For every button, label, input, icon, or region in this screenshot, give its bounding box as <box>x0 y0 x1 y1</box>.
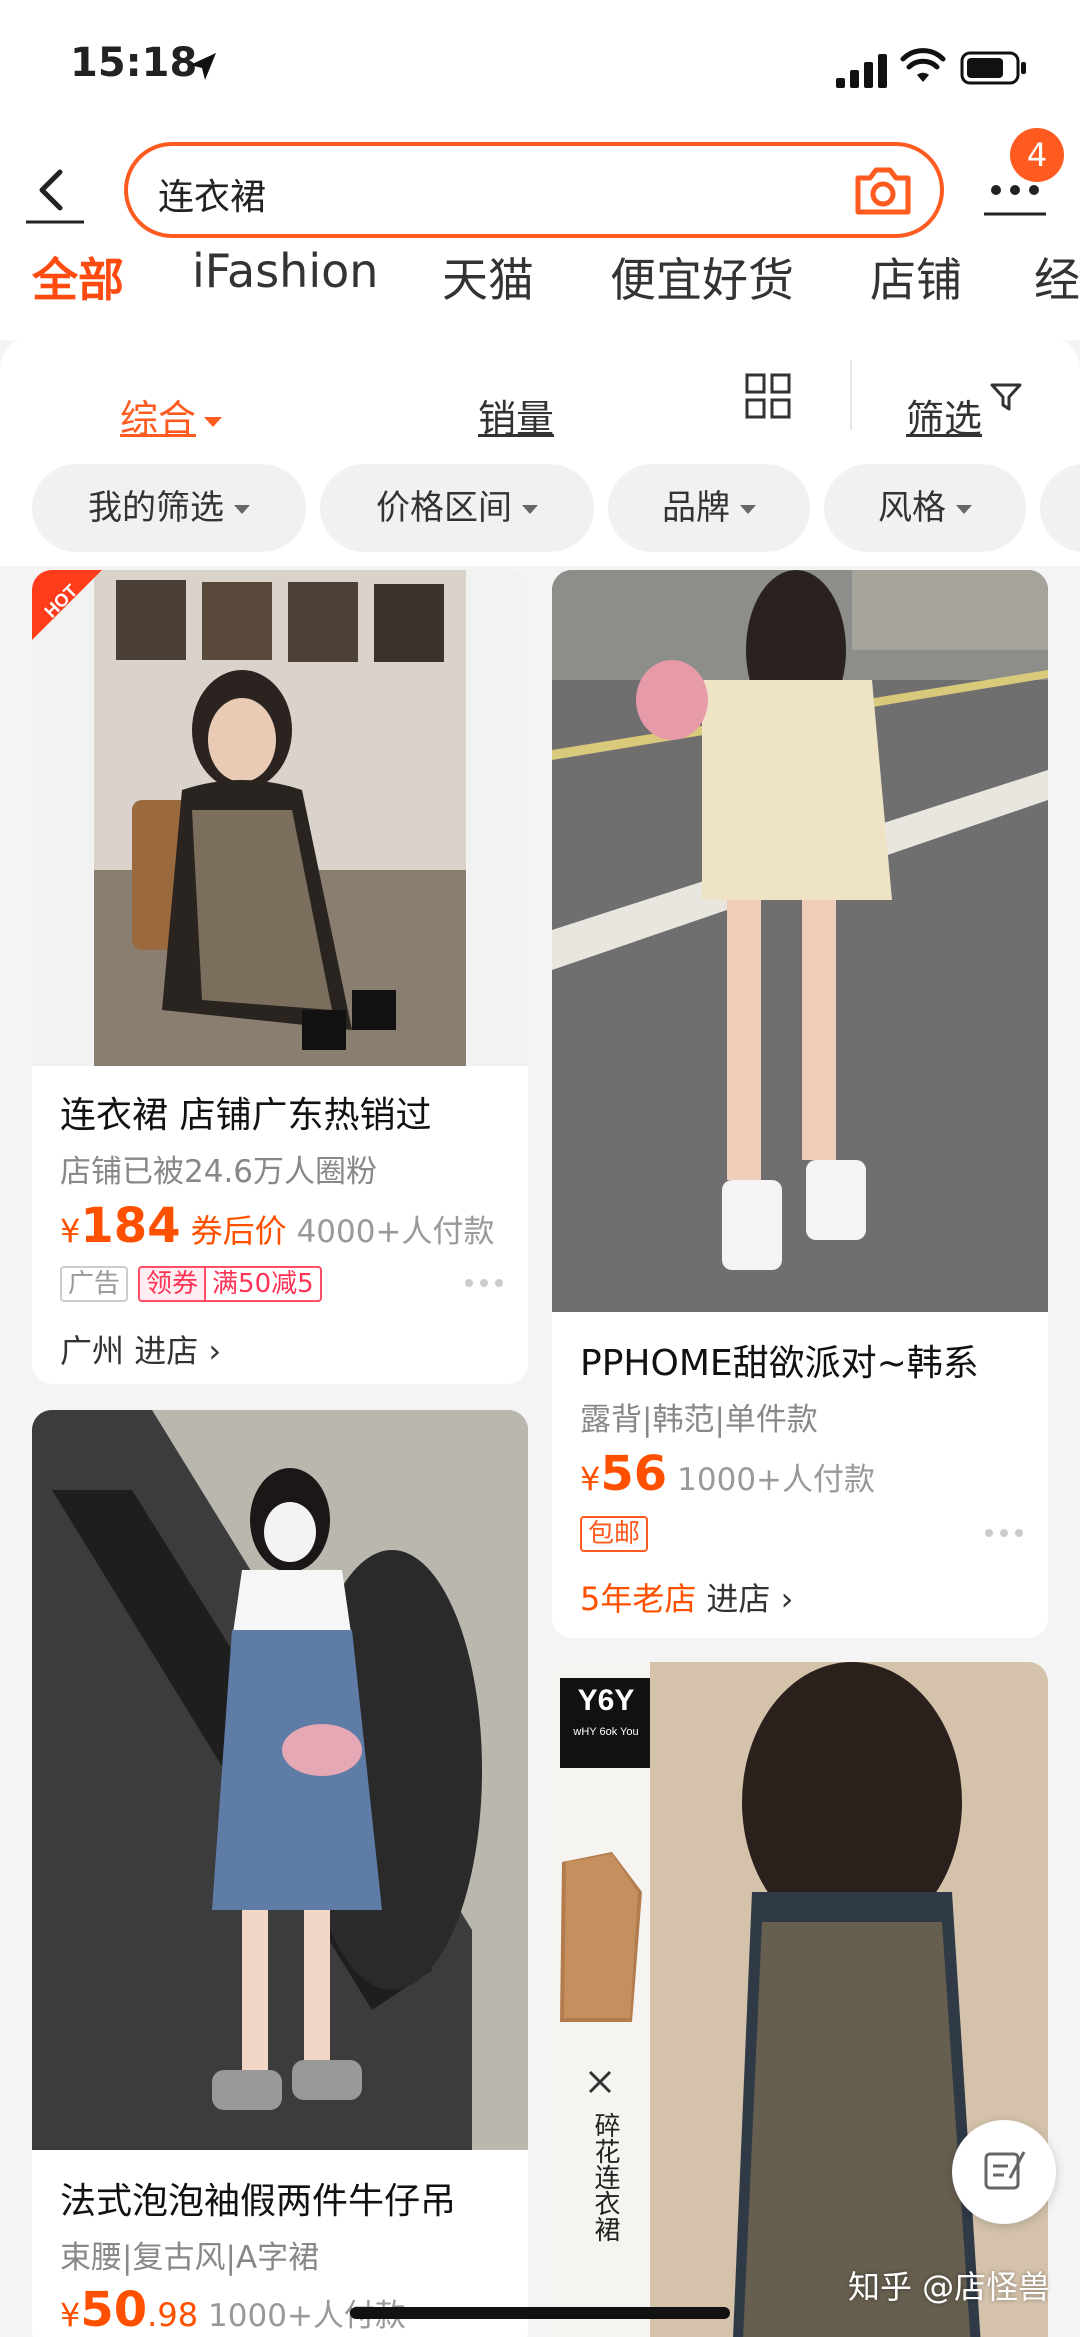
price-line: ¥56 1000+人付款 <box>580 1446 875 1502</box>
product-image[interactable] <box>552 570 1048 1312</box>
watermark: 知乎 @店怪兽 <box>848 2268 1051 2306</box>
shop-line[interactable]: 广州 进店 › <box>60 1326 221 1372</box>
tab-cheap-goods[interactable]: 便宜好货 <box>610 244 794 306</box>
currency-symbol: ¥ <box>60 2296 81 2334</box>
tab-bar: 全部 iFashion 天猫 便宜好货 店铺 经 <box>0 236 1080 306</box>
notification-badge: 4 <box>1010 128 1064 182</box>
sort-divider <box>850 360 852 430</box>
shop-age-label: 5年老店 <box>580 1580 697 1618</box>
wifi-icon <box>900 48 946 82</box>
tab-all[interactable]: 全部 <box>32 244 124 306</box>
discount-tag: 满50减5 <box>206 1266 322 1302</box>
location-arrow-icon <box>190 53 216 80</box>
side-label: 碎花连衣裙 <box>590 2112 620 2242</box>
home-indicator[interactable] <box>350 2307 730 2319</box>
filter-button[interactable]: 筛选 <box>906 388 982 443</box>
caret-down-icon <box>204 416 223 427</box>
more-dots-icon[interactable] <box>984 1528 1024 1538</box>
product-card[interactable]: HOT 连衣裙 店铺广东热销过 店铺已被24.6万人圈粉 ¥184 券后价 4000… <box>32 570 528 1384</box>
feedback-button[interactable] <box>952 2120 1056 2224</box>
product-title: PPHOME甜欲派对~韩系 <box>580 1343 979 1384</box>
search-input[interactable]: 连衣裙 <box>158 168 266 220</box>
chip-more[interactable] <box>1040 464 1080 552</box>
product-title: 连衣裙 店铺广东热销过 <box>60 1095 432 1136</box>
product-image[interactable] <box>552 1662 1048 2337</box>
product-subtitle: 店铺已被24.6万人圈粉 <box>60 1154 378 1190</box>
enter-shop-link[interactable]: 进店 <box>134 1332 198 1370</box>
product-subtitle: 束腰|复古风|A字裙 <box>60 2240 320 2276</box>
coupon-price-label: 券后价 <box>190 1212 287 1250</box>
caret-down-icon <box>234 505 250 514</box>
tag-row: 广告 领券 满50减5 <box>60 1266 322 1302</box>
back-icon[interactable] <box>22 160 88 226</box>
product-price: 56 <box>600 1446 668 1502</box>
product-price: 184 <box>80 1198 181 1254</box>
chevron-right-icon: › <box>208 1332 222 1370</box>
filter-label: 筛选 <box>906 397 983 441</box>
product-title: 法式泡泡袖假两件牛仔吊 <box>60 2181 457 2222</box>
hot-badge-icon: HOT <box>32 570 102 640</box>
more-dots-icon[interactable] <box>464 1278 504 1288</box>
chip-my-filter[interactable]: 我的筛选 <box>32 464 306 552</box>
tag-row: 包邮 <box>580 1516 649 1552</box>
chip-my-filter-label: 我的筛选 <box>88 488 224 528</box>
chip-brand-label: 品牌 <box>662 488 730 528</box>
tab-ifashion[interactable]: iFashion <box>192 244 378 298</box>
more-icon[interactable] <box>984 176 1046 216</box>
product-card[interactable]: 法式泡泡袖假两件牛仔吊 束腰|复古风|A字裙 ¥50.98 1000+人付款 <box>32 1410 528 2337</box>
sort-comprehensive[interactable]: 综合 <box>120 388 223 443</box>
caret-down-icon <box>740 505 756 514</box>
edit-icon <box>984 2151 1026 2190</box>
grid-view-icon[interactable] <box>744 372 792 420</box>
shop-line[interactable]: 5年老店 进店 › <box>580 1574 793 1620</box>
product-subtitle: 露背|韩范|单件款 <box>580 1402 818 1438</box>
currency-symbol: ¥ <box>580 1460 601 1498</box>
price-line: ¥184 券后价 4000+人付款 <box>60 1198 494 1254</box>
status-time: 15:18 <box>70 40 198 86</box>
product-price: 50 <box>80 2282 148 2337</box>
product-image[interactable] <box>32 1410 528 2150</box>
tab-tmall[interactable]: 天猫 <box>442 244 534 306</box>
header: 15:18 连衣裙 4 全部 iFashion 天猫 便宜好货 店铺 经 <box>0 0 1080 340</box>
paid-count: 4000+人付款 <box>296 1214 495 1250</box>
signal-icon <box>836 54 887 88</box>
filter-funnel-icon[interactable] <box>990 382 1022 412</box>
chip-brand[interactable]: 品牌 <box>608 464 810 552</box>
caret-down-icon <box>522 505 538 514</box>
search-bar[interactable]: 连衣裙 <box>124 142 944 238</box>
tab-shops[interactable]: 店铺 <box>870 244 962 306</box>
chevron-right-icon: › <box>780 1580 794 1618</box>
price-decimal: .98 <box>147 2296 199 2334</box>
ad-tag: 广告 <box>60 1266 129 1302</box>
brand-logo: Y6Y <box>577 1684 635 1717</box>
battery-icon <box>960 51 1026 85</box>
filter-chips: 我的筛选 价格区间 品牌 风格 <box>0 464 1080 554</box>
currency-symbol: ¥ <box>60 1212 81 1250</box>
enter-shop-link[interactable]: 进店 <box>706 1580 770 1618</box>
sort-bar: 综合 销量 筛选 <box>0 360 1080 470</box>
coupon-tag[interactable]: 领券 <box>138 1266 207 1302</box>
product-card[interactable]: Y6Y wHY 6ok You 碎花连衣裙 <box>552 1662 1048 2337</box>
product-card[interactable]: PPHOME甜欲派对~韩系 露背|韩范|单件款 ¥56 1000+人付款 包邮 5… <box>552 570 1048 1638</box>
paid-count: 1000+人付款 <box>677 1462 876 1498</box>
brand-tagline: wHY 6ok You <box>573 1726 639 1738</box>
chip-price-range[interactable]: 价格区间 <box>320 464 594 552</box>
shop-location: 广州 <box>60 1332 125 1370</box>
camera-icon[interactable] <box>852 162 914 220</box>
chip-price-range-label: 价格区间 <box>376 488 512 528</box>
caret-down-icon <box>956 505 972 514</box>
chip-style-label: 风格 <box>878 488 946 528</box>
free-shipping-tag: 包邮 <box>580 1516 649 1552</box>
sort-sales[interactable]: 销量 <box>478 388 554 443</box>
status-bar: 15:18 <box>0 0 1080 130</box>
chip-style[interactable]: 风格 <box>824 464 1026 552</box>
sort-sales-label: 销量 <box>478 397 555 441</box>
tab-more[interactable]: 经 <box>1034 244 1080 306</box>
sort-comprehensive-label: 综合 <box>120 397 197 441</box>
